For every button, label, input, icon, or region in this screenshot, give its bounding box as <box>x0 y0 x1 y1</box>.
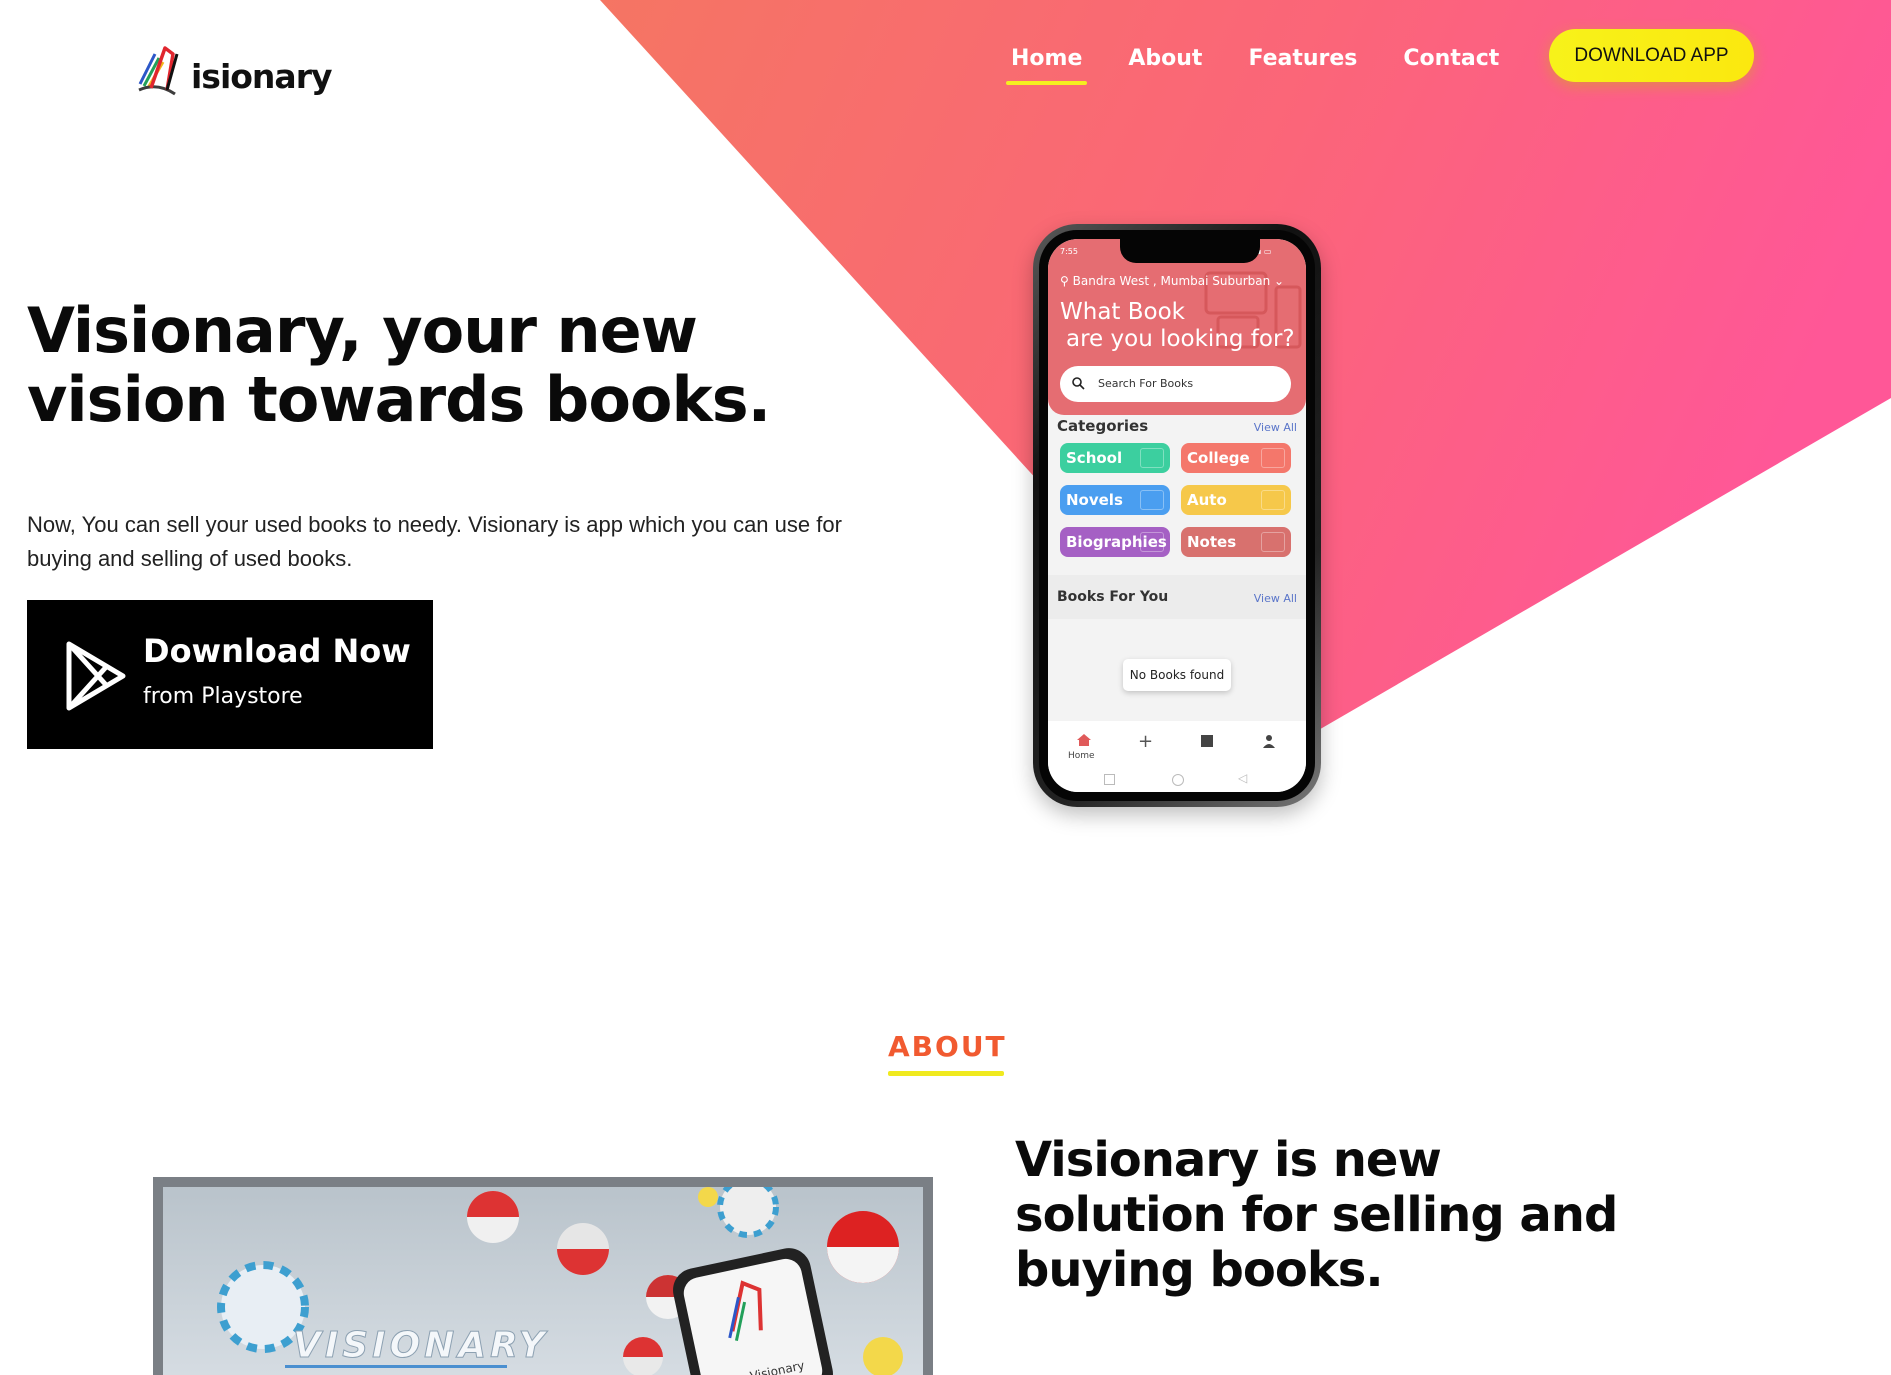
download-app-button[interactable]: DOWNLOAD APP <box>1549 29 1754 82</box>
nav-contact[interactable]: Contact <box>1392 42 1510 85</box>
categories-view-all-link[interactable]: View All <box>1254 421 1297 434</box>
location-label[interactable]: ⚲ Bandra West , Mumbai Suburban ⌄ <box>1060 274 1284 288</box>
category-auto-label: Auto <box>1187 491 1227 509</box>
category-notes[interactable]: Notes <box>1181 527 1291 557</box>
book-tab-icon[interactable] <box>1200 734 1214 748</box>
book-icon <box>1261 448 1285 468</box>
book-icon <box>1261 490 1285 510</box>
android-nav-bar: ◁ <box>1048 771 1306 792</box>
main-navigation: Home About Features Contact <box>1000 42 1534 85</box>
about-heading: ABOUT <box>888 1030 1007 1063</box>
category-biographies[interactable]: Biographies <box>1060 527 1170 557</box>
category-college-label: College <box>1187 449 1250 467</box>
video-watermark-text: VISIONARY <box>293 1325 549 1366</box>
category-novels-label: Novels <box>1066 491 1123 509</box>
video-scene-image: Visionary VISIONARY <box>217 1187 903 1375</box>
home-icon[interactable] <box>1076 733 1092 747</box>
screen-header: 7:55 ▪ ▪ ▭ ⚲ Bandra West , Mumbai Suburb… <box>1048 239 1306 415</box>
chevron-down-icon: ⌄ <box>1274 274 1285 288</box>
nav-features[interactable]: Features <box>1237 42 1368 85</box>
phone-mockup: 7:55 ▪ ▪ ▭ ⚲ Bandra West , Mumbai Suburb… <box>1033 224 1321 807</box>
books-for-you-section: Books For You View All <box>1048 575 1306 619</box>
profile-icon[interactable] <box>1262 734 1276 748</box>
add-icon[interactable]: + <box>1138 731 1153 752</box>
category-school[interactable]: School <box>1060 443 1170 473</box>
question-line-1: What Book <box>1060 299 1185 325</box>
category-school-label: School <box>1066 449 1123 467</box>
about-underline <box>888 1071 1004 1076</box>
category-college[interactable]: College <box>1181 443 1291 473</box>
video-frame: Visionary VISIONARY <box>163 1187 923 1375</box>
hero-description: Now, You can sell your used books to nee… <box>27 512 842 571</box>
search-icon <box>1072 377 1085 390</box>
download-now-label: Download Now <box>143 632 411 670</box>
brand-name: isionary <box>191 57 332 96</box>
search-placeholder: Search For Books <box>1098 377 1194 390</box>
book-v-logo-icon <box>138 46 179 96</box>
category-novels[interactable]: Novels <box>1060 485 1170 515</box>
location-text: Bandra West , Mumbai Suburban <box>1072 274 1271 288</box>
no-books-found-toast: No Books found <box>1123 659 1231 691</box>
hero-title: Visionary, your new vision towards books… <box>27 294 771 436</box>
status-bar-time: 7:55 <box>1060 247 1078 256</box>
tab-home-label: Home <box>1068 751 1095 761</box>
home-circle-icon[interactable] <box>1172 774 1184 786</box>
book-icon <box>1140 532 1164 552</box>
category-notes-label: Notes <box>1187 533 1237 551</box>
nav-about[interactable]: About <box>1117 42 1213 85</box>
category-auto[interactable]: Auto <box>1181 485 1291 515</box>
question-line-2: are you looking for? <box>1066 326 1295 352</box>
book-icon <box>1140 490 1164 510</box>
about-video[interactable]: Visionary VISIONARY <box>153 1177 933 1375</box>
search-books-input[interactable]: Search For Books <box>1060 366 1291 402</box>
about-title: Visionary is new solution for selling an… <box>1015 1132 1618 1298</box>
books-for-you-label: Books For You <box>1057 589 1169 605</box>
categories-label: Categories <box>1057 417 1149 435</box>
play-store-icon <box>66 641 126 711</box>
brand-logo[interactable]: isionary <box>137 46 332 98</box>
phone-notch <box>1120 239 1260 263</box>
download-now-playstore-button[interactable]: Download Now from Playstore <box>27 600 433 749</box>
from-playstore-label: from Playstore <box>143 684 303 709</box>
books-view-all-link[interactable]: View All <box>1254 592 1297 605</box>
recent-apps-icon[interactable] <box>1104 774 1115 785</box>
back-icon[interactable]: ◁ <box>1238 771 1247 785</box>
nav-home[interactable]: Home <box>1000 42 1093 85</box>
book-icon <box>1261 532 1285 552</box>
bottom-tab-bar: Home + <box>1048 721 1306 771</box>
location-pin-icon: ⚲ <box>1060 274 1069 288</box>
phone-screen: 7:55 ▪ ▪ ▭ ⚲ Bandra West , Mumbai Suburb… <box>1048 239 1306 792</box>
book-icon <box>1140 448 1164 468</box>
